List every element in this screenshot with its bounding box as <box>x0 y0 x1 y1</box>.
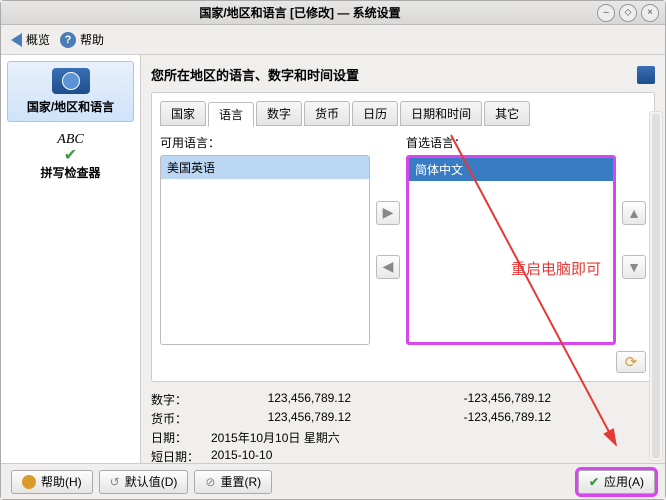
example-value-negative: -123,456,789.12 <box>391 391 551 408</box>
window-title: 国家/地区和语言 [已修改] — 系统设置 <box>7 4 593 21</box>
help-icon: ? <box>60 32 76 48</box>
close-button[interactable]: × <box>641 4 659 22</box>
preferred-label: 首选语言： <box>406 134 616 151</box>
example-row-date: 日期： 2015年10月10日 星期六 <box>151 428 655 447</box>
overview-label: 概览 <box>26 31 50 48</box>
example-row-currency: 货币： 123,456,789.12 -123,456,789.12 <box>151 409 655 428</box>
example-value-positive: 123,456,789.12 <box>211 410 391 427</box>
language-area: 可用语言： 美国英语 ▶ ◀ 首选语言： 简体中文 重启电脑即可 <box>160 134 646 345</box>
example-value: 2015-10-10 <box>211 448 391 463</box>
move-up-button[interactable]: ▲ <box>622 201 646 225</box>
back-arrow-icon <box>11 33 22 47</box>
reload-icon: ⟳ <box>625 353 638 371</box>
help-button[interactable]: ? 帮助 <box>60 31 104 48</box>
preferred-listbox[interactable]: 简体中文 重启电脑即可 <box>406 155 616 345</box>
example-value: 2015年10月10日 星期六 <box>211 429 391 446</box>
reload-button[interactable]: ⟳ <box>616 351 646 373</box>
example-label: 数字： <box>151 391 211 408</box>
sidebar-item-label: 国家/地区和语言 <box>10 98 131 115</box>
tab-calendar[interactable]: 日历 <box>352 101 398 126</box>
available-column: 可用语言： 美国英语 <box>160 134 370 345</box>
help-label: 帮助(H) <box>41 473 82 490</box>
annotation-text: 重启电脑即可 <box>511 258 601 279</box>
reset-label: 重置(R) <box>220 473 261 490</box>
content-header: 您所在地区的语言、数字和时间设置 <box>151 65 655 84</box>
sidebar: 国家/地区和语言 ABC ✔ 拼写检查器 <box>1 55 141 463</box>
arrow-right-icon: ▶ <box>383 204 394 221</box>
content-pane: 您所在地区的语言、数字和时间设置 国家 语言 数字 货币 日历 日期和时间 其它… <box>141 55 665 463</box>
format-examples: 数字： 123,456,789.12 -123,456,789.12 货币： 1… <box>151 390 655 463</box>
globe-flag-icon <box>52 68 90 94</box>
example-value-negative: -123,456,789.12 <box>391 410 551 427</box>
example-label: 日期： <box>151 429 211 446</box>
reset-icon: ⊘ <box>205 475 215 489</box>
abc-icon: ABC <box>9 132 132 148</box>
order-buttons: ▲ ▼ <box>622 201 646 279</box>
content-title: 您所在地区的语言、数字和时间设置 <box>151 65 637 84</box>
tab-datetime[interactable]: 日期和时间 <box>400 101 482 126</box>
tab-numbers[interactable]: 数字 <box>256 101 302 126</box>
reset-button[interactable]: ⊘ 重置(R) <box>194 470 272 494</box>
titlebar: 国家/地区和语言 [已修改] — 系统设置 ‒ ⬦ × <box>1 1 665 25</box>
footer: 帮助(H) ↺ 默认值(D) ⊘ 重置(R) ✔ 应用(A) <box>1 463 665 499</box>
reload-row: ⟳ <box>160 351 646 373</box>
globe-icon <box>637 66 655 84</box>
check-icon: ✔ <box>9 148 132 164</box>
minimize-button[interactable]: ‒ <box>597 4 615 22</box>
sidebar-item-label: 拼写检查器 <box>9 164 132 181</box>
tab-language[interactable]: 语言 <box>208 102 254 127</box>
wand-icon: ↺ <box>110 475 120 489</box>
list-item[interactable]: 简体中文 <box>409 158 613 181</box>
transfer-buttons: ▶ ◀ <box>376 201 400 279</box>
help-button[interactable]: 帮助(H) <box>11 470 93 494</box>
tab-currency[interactable]: 货币 <box>304 101 350 126</box>
tab-country[interactable]: 国家 <box>160 101 206 126</box>
remove-language-button[interactable]: ◀ <box>376 255 400 279</box>
arrow-up-icon: ▲ <box>627 205 641 221</box>
example-label: 货币： <box>151 410 211 427</box>
toolbar: 概览 ? 帮助 <box>1 25 665 55</box>
available-label: 可用语言： <box>160 134 370 151</box>
add-language-button[interactable]: ▶ <box>376 201 400 225</box>
maximize-button[interactable]: ⬦ <box>619 4 637 22</box>
tab-other[interactable]: 其它 <box>484 101 530 126</box>
available-listbox[interactable]: 美国英语 <box>160 155 370 345</box>
overview-button[interactable]: 概览 <box>11 31 50 48</box>
example-row-number: 数字： 123,456,789.12 -123,456,789.12 <box>151 390 655 409</box>
list-item[interactable]: 美国英语 <box>161 156 369 179</box>
lifebuoy-icon <box>22 475 36 489</box>
arrow-down-icon: ▼ <box>627 259 641 275</box>
sidebar-item-locale[interactable]: 国家/地区和语言 <box>7 61 134 122</box>
vertical-scrollbar[interactable] <box>649 111 663 461</box>
arrow-left-icon: ◀ <box>383 258 394 275</box>
apply-check-icon: ✔ <box>589 475 599 489</box>
apply-button[interactable]: ✔ 应用(A) <box>578 470 655 494</box>
tab-bar: 国家 语言 数字 货币 日历 日期和时间 其它 <box>160 101 646 126</box>
defaults-label: 默认值(D) <box>125 473 178 490</box>
defaults-button[interactable]: ↺ 默认值(D) <box>99 470 189 494</box>
example-label: 短日期： <box>151 448 211 463</box>
preferred-column: 首选语言： 简体中文 重启电脑即可 <box>406 134 616 345</box>
settings-panel: 国家 语言 数字 货币 日历 日期和时间 其它 可用语言： 美国英语 ▶ ◀ <box>151 92 655 382</box>
move-down-button[interactable]: ▼ <box>622 255 646 279</box>
help-label: 帮助 <box>80 31 104 48</box>
example-value-positive: 123,456,789.12 <box>211 391 391 408</box>
example-row-shortdate: 短日期： 2015-10-10 <box>151 447 655 463</box>
main-area: 国家/地区和语言 ABC ✔ 拼写检查器 您所在地区的语言、数字和时间设置 国家… <box>1 55 665 463</box>
apply-label: 应用(A) <box>604 473 644 490</box>
sidebar-item-spellcheck[interactable]: ABC ✔ 拼写检查器 <box>7 126 134 187</box>
